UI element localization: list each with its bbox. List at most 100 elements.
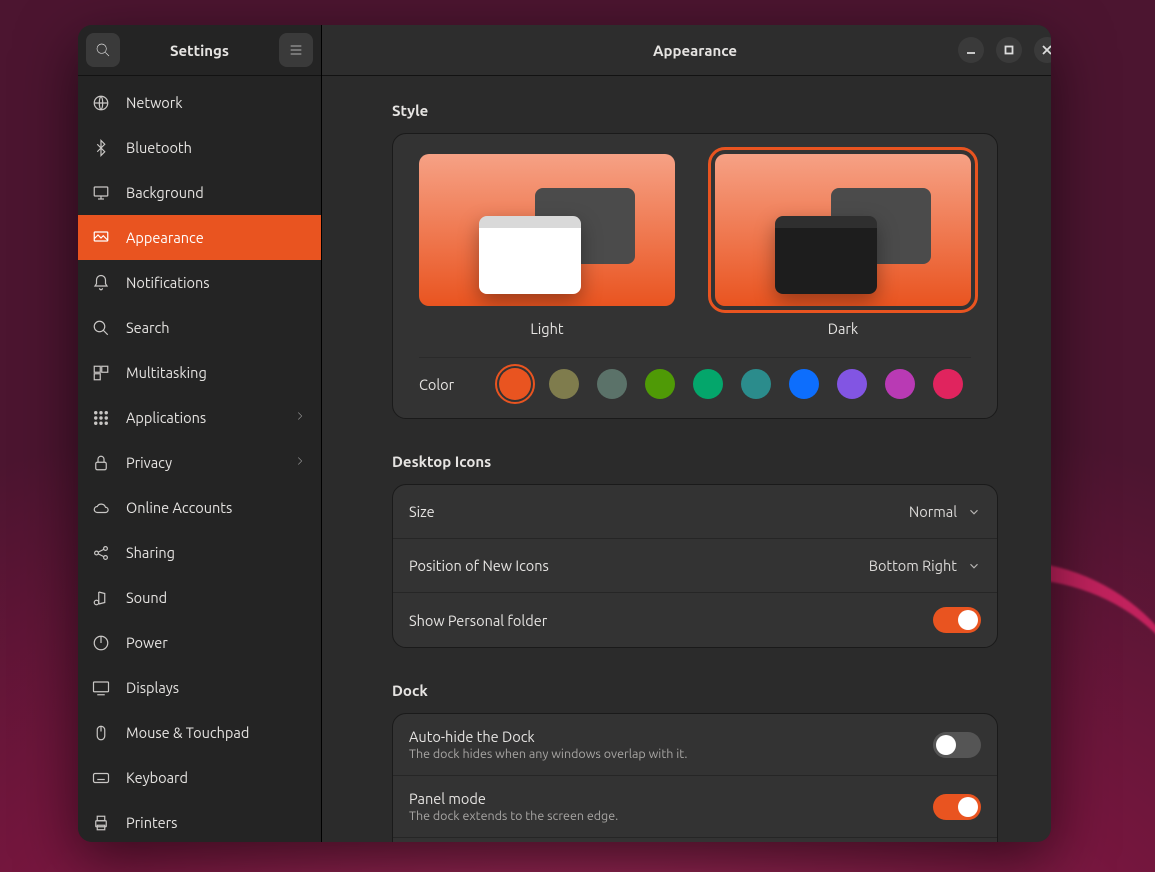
sidebar-item-notifications[interactable]: Notifications [78, 260, 321, 305]
icon-position-label: Position of New Icons [409, 557, 549, 574]
icon-position-value: Bottom Right [869, 557, 957, 574]
sidebar: Settings Network Bluetooth BackgroundAppea… [78, 25, 322, 842]
hamburger-button[interactable] [279, 33, 313, 67]
color-label: Color [419, 376, 481, 393]
sidebar-item-keyboard[interactable]: Keyboard [78, 755, 321, 800]
theme-preview-dark [715, 154, 971, 306]
theme-label: Dark [828, 320, 859, 337]
page-title: Appearance [653, 42, 737, 59]
panel-mode-row: Panel mode The dock extends to the scree… [393, 776, 997, 838]
theme-label: Light [530, 320, 563, 337]
sidebar-item-search[interactable]: Search [78, 305, 321, 350]
printer-icon [92, 814, 110, 832]
autohide-sub: The dock hides when any windows overlap … [409, 747, 687, 761]
grid-icon [92, 409, 110, 427]
sidebar-item-bluetooth[interactable]: Bluetooth [78, 125, 321, 170]
sidebar-item-applications[interactable]: Applications [78, 395, 321, 440]
show-personal-label: Show Personal folder [409, 612, 547, 629]
show-personal-toggle[interactable] [933, 607, 981, 633]
main-header: Appearance [322, 25, 1051, 76]
sidebar-item-label: Printers [126, 814, 177, 831]
color-swatch-7[interactable] [837, 369, 867, 399]
desktop-icons-card: Size Normal Position of New Icons Bottom… [392, 484, 998, 648]
sidebar-item-online-accounts[interactable]: Online Accounts [78, 485, 321, 530]
icon-size-row[interactable]: Size Normal [393, 485, 997, 539]
close-icon [1041, 44, 1051, 56]
icon-size-label: Size [409, 503, 435, 520]
color-swatch-1[interactable] [549, 369, 579, 399]
search-icon [92, 319, 110, 337]
sidebar-item-label: Mouse & Touchpad [126, 724, 249, 741]
sidebar-header: Settings [78, 25, 321, 76]
sidebar-item-power[interactable]: Power [78, 620, 321, 665]
autohide-toggle[interactable] [933, 732, 981, 758]
sidebar-item-mouse-touchpad[interactable]: Mouse & Touchpad [78, 710, 321, 755]
hamburger-icon [288, 42, 304, 58]
sidebar-item-displays[interactable]: Displays [78, 665, 321, 710]
color-swatch-6[interactable] [789, 369, 819, 399]
theme-light[interactable]: Light [419, 154, 675, 337]
sidebar-item-label: Network [126, 94, 183, 111]
color-swatch-5[interactable] [741, 369, 771, 399]
chevron-down-icon [967, 559, 981, 573]
sidebar-item-privacy[interactable]: Privacy [78, 440, 321, 485]
color-swatch-2[interactable] [597, 369, 627, 399]
minimize-button[interactable] [958, 37, 984, 63]
globe-icon [92, 94, 110, 112]
theme-preview-light [419, 154, 675, 306]
maximize-button[interactable] [996, 37, 1022, 63]
icon-position-row[interactable]: Position of New Icons Bottom Right [393, 539, 997, 593]
sidebar-item-label: Power [126, 634, 168, 651]
sidebar-item-printers[interactable]: Printers [78, 800, 321, 842]
chevron-right-icon [293, 454, 307, 471]
panel-mode-label: Panel mode [409, 790, 618, 807]
autohide-label: Auto-hide the Dock [409, 728, 687, 745]
color-swatch-4[interactable] [693, 369, 723, 399]
sidebar-item-multitasking[interactable]: Multitasking [78, 350, 321, 395]
keyboard-icon [92, 769, 110, 787]
sidebar-item-label: Applications [126, 409, 206, 426]
main-panel: Appearance Style LightDark Color Desktop… [322, 25, 1051, 842]
maximize-icon [1003, 44, 1015, 56]
color-swatch-8[interactable] [885, 369, 915, 399]
settings-window: Settings NetworkBluetoothBackgroundAppea… [78, 25, 1051, 842]
sidebar-item-label: Privacy [126, 454, 172, 471]
bluetooth-icon [92, 139, 110, 157]
color-swatch-9[interactable] [933, 369, 963, 399]
share-icon [92, 544, 110, 562]
autohide-row: Auto-hide the Dock The dock hides when a… [393, 714, 997, 776]
theme-chooser: Light Dark [419, 154, 971, 337]
panel-mode-toggle[interactable] [933, 794, 981, 820]
close-button[interactable] [1034, 37, 1051, 63]
minimize-icon [965, 44, 977, 56]
sidebar-item-background[interactable]: Background [78, 170, 321, 215]
icon-size-value: Normal [909, 503, 957, 520]
sidebar-item-label: Sharing [126, 544, 175, 561]
sidebar-item-label: Keyboard [126, 769, 188, 786]
sidebar-item-sound[interactable]: Sound [78, 575, 321, 620]
sidebar-item-label: Online Accounts [126, 499, 232, 516]
color-swatches [499, 368, 963, 400]
chevron-right-icon [293, 409, 307, 426]
color-row: Color [419, 357, 971, 402]
cloud-icon [92, 499, 110, 517]
content-scroll[interactable]: Style LightDark Color Desktop Icons Size… [322, 76, 1051, 842]
color-swatch-0[interactable] [499, 368, 531, 400]
search-icon [95, 42, 111, 58]
style-card: Light Dark Color [392, 133, 998, 419]
sidebar-item-label: Multitasking [126, 364, 207, 381]
color-swatch-3[interactable] [645, 369, 675, 399]
chevron-down-icon [967, 505, 981, 519]
dock-card: Auto-hide the Dock The dock hides when a… [392, 713, 998, 842]
sidebar-item-label: Search [126, 319, 170, 336]
sidebar-item-network[interactable]: Network [78, 80, 321, 125]
dock-extra-row [393, 838, 997, 842]
sidebar-item-sharing[interactable]: Sharing [78, 530, 321, 575]
appearance-icon [92, 229, 110, 247]
theme-dark[interactable]: Dark [715, 154, 971, 337]
lock-icon [92, 454, 110, 472]
sidebar-item-label: Bluetooth [126, 139, 192, 156]
sidebar-item-appearance[interactable]: Appearance [78, 215, 321, 260]
search-button[interactable] [86, 33, 120, 67]
bell-icon [92, 274, 110, 292]
